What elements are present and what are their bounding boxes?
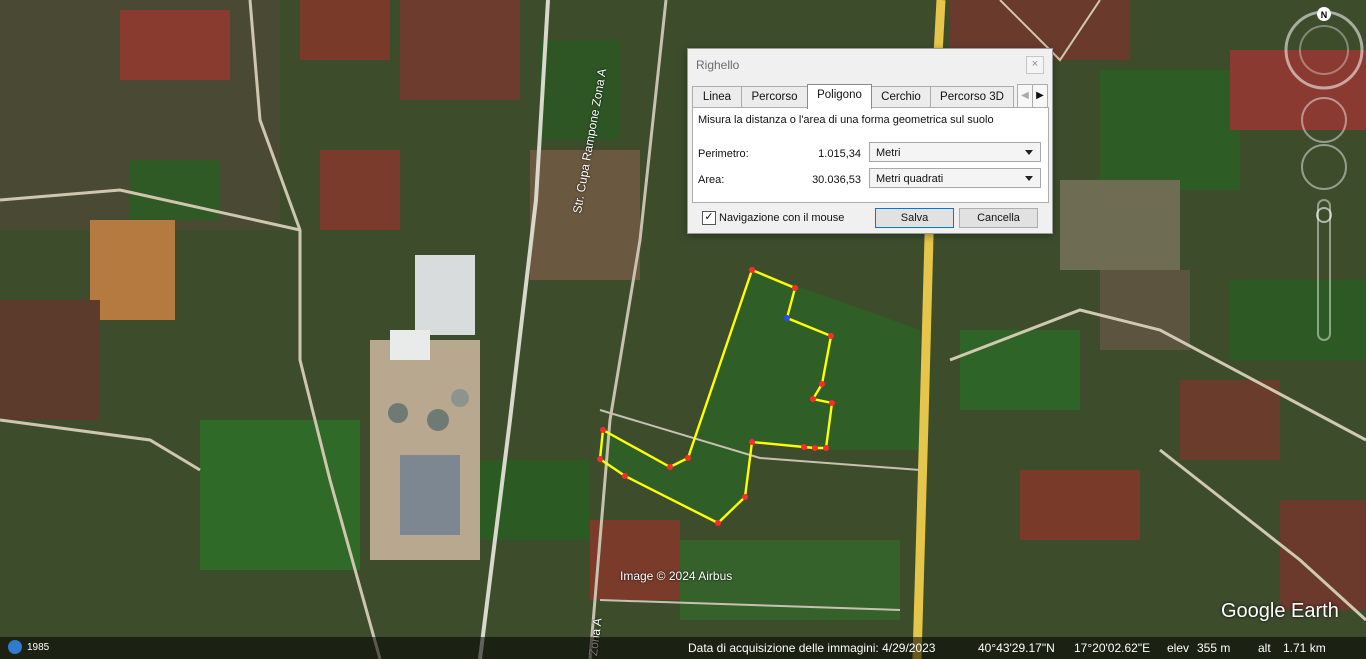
google-earth-logo: Google Earth — [1221, 600, 1339, 622]
polygon-vertex[interactable] — [622, 473, 628, 479]
tab-linea[interactable]: Linea — [692, 86, 742, 108]
dialog-title: Righello — [696, 58, 740, 72]
polygon-vertex[interactable] — [600, 427, 606, 433]
polygon-vertex[interactable] — [829, 400, 835, 406]
polygon-vertex[interactable] — [715, 520, 721, 526]
area-unit-select[interactable]: Metri quadrati — [869, 168, 1041, 188]
altitude: 1.71 km — [1283, 641, 1326, 655]
polygon-vertex[interactable] — [685, 455, 691, 461]
polygon-vertex[interactable] — [823, 445, 829, 451]
acquisition-date: Data di acquisizione delle immagini: 4/2… — [688, 641, 936, 655]
polygon-vertex[interactable] — [742, 494, 748, 500]
polygon-vertex[interactable] — [812, 445, 818, 451]
perimeter-unit-select[interactable]: Metri — [869, 142, 1041, 162]
historical-year: 1985 — [27, 642, 50, 653]
polygon-active-vertex[interactable] — [784, 315, 790, 321]
polygon-vertex[interactable] — [801, 444, 807, 450]
ruler-dialog: Righello × Linea Percorso Poligono Cerch… — [687, 48, 1053, 234]
polygon-vertex[interactable] — [792, 285, 798, 291]
altitude-label: alt — [1258, 641, 1271, 655]
polygon-vertex[interactable] — [810, 396, 816, 402]
elevation-label: elev — [1167, 641, 1190, 655]
tab-percorso-3d[interactable]: Percorso 3D — [930, 86, 1014, 108]
latitude: 40°43'29.17"N — [978, 641, 1055, 655]
panel-description: Misura la distanza o l'area di una forma… — [698, 114, 994, 126]
area-unit: Metri quadrati — [876, 173, 944, 185]
polygon-vertex[interactable] — [819, 381, 825, 387]
status-bar: 1985 Data di acquisizione delle immagini… — [0, 637, 1366, 659]
polygon-vertex[interactable] — [749, 267, 755, 273]
close-icon[interactable]: × — [1026, 56, 1044, 74]
save-button[interactable]: Salva — [875, 208, 954, 228]
historical-imagery-icon[interactable] — [8, 640, 22, 654]
tab-percorso[interactable]: Percorso — [741, 86, 808, 108]
compass-north-letter: N — [1321, 10, 1328, 20]
tab-bar: Linea Percorso Poligono Cerchio Percorso… — [692, 84, 1048, 109]
mouse-navigation-checkbox[interactable]: ✓ — [702, 211, 716, 225]
chevron-down-icon — [1025, 176, 1033, 181]
polygon-vertex[interactable] — [597, 456, 603, 462]
tab-poligono[interactable]: Poligono — [807, 84, 872, 109]
polygon-vertex[interactable] — [667, 464, 673, 470]
imagery-credit: Image © 2024 Airbus — [620, 569, 733, 583]
elevation: 355 m — [1197, 641, 1231, 655]
perimeter-unit: Metri — [876, 147, 901, 159]
longitude: 17°20'02.62"E — [1074, 641, 1151, 655]
tab-cerchio[interactable]: Cerchio — [871, 86, 931, 108]
polygon-panel: Misura la distanza o l'area di una forma… — [692, 107, 1049, 203]
polygon-vertex[interactable] — [828, 333, 834, 339]
tab-scroll-right-icon[interactable]: ▶ — [1032, 84, 1048, 108]
tab-scroll-left-icon[interactable]: ◀ — [1017, 84, 1033, 108]
chevron-down-icon — [1025, 150, 1033, 155]
area-value: 30.036,53 — [812, 174, 861, 186]
polygon-vertex[interactable] — [749, 439, 755, 445]
perimeter-value: 1.015,34 — [818, 148, 861, 160]
satellite-map[interactable]: N — [0, 0, 1366, 659]
cancel-button[interactable]: Cancella — [959, 208, 1038, 228]
mouse-navigation-label: Navigazione con il mouse — [719, 212, 845, 224]
